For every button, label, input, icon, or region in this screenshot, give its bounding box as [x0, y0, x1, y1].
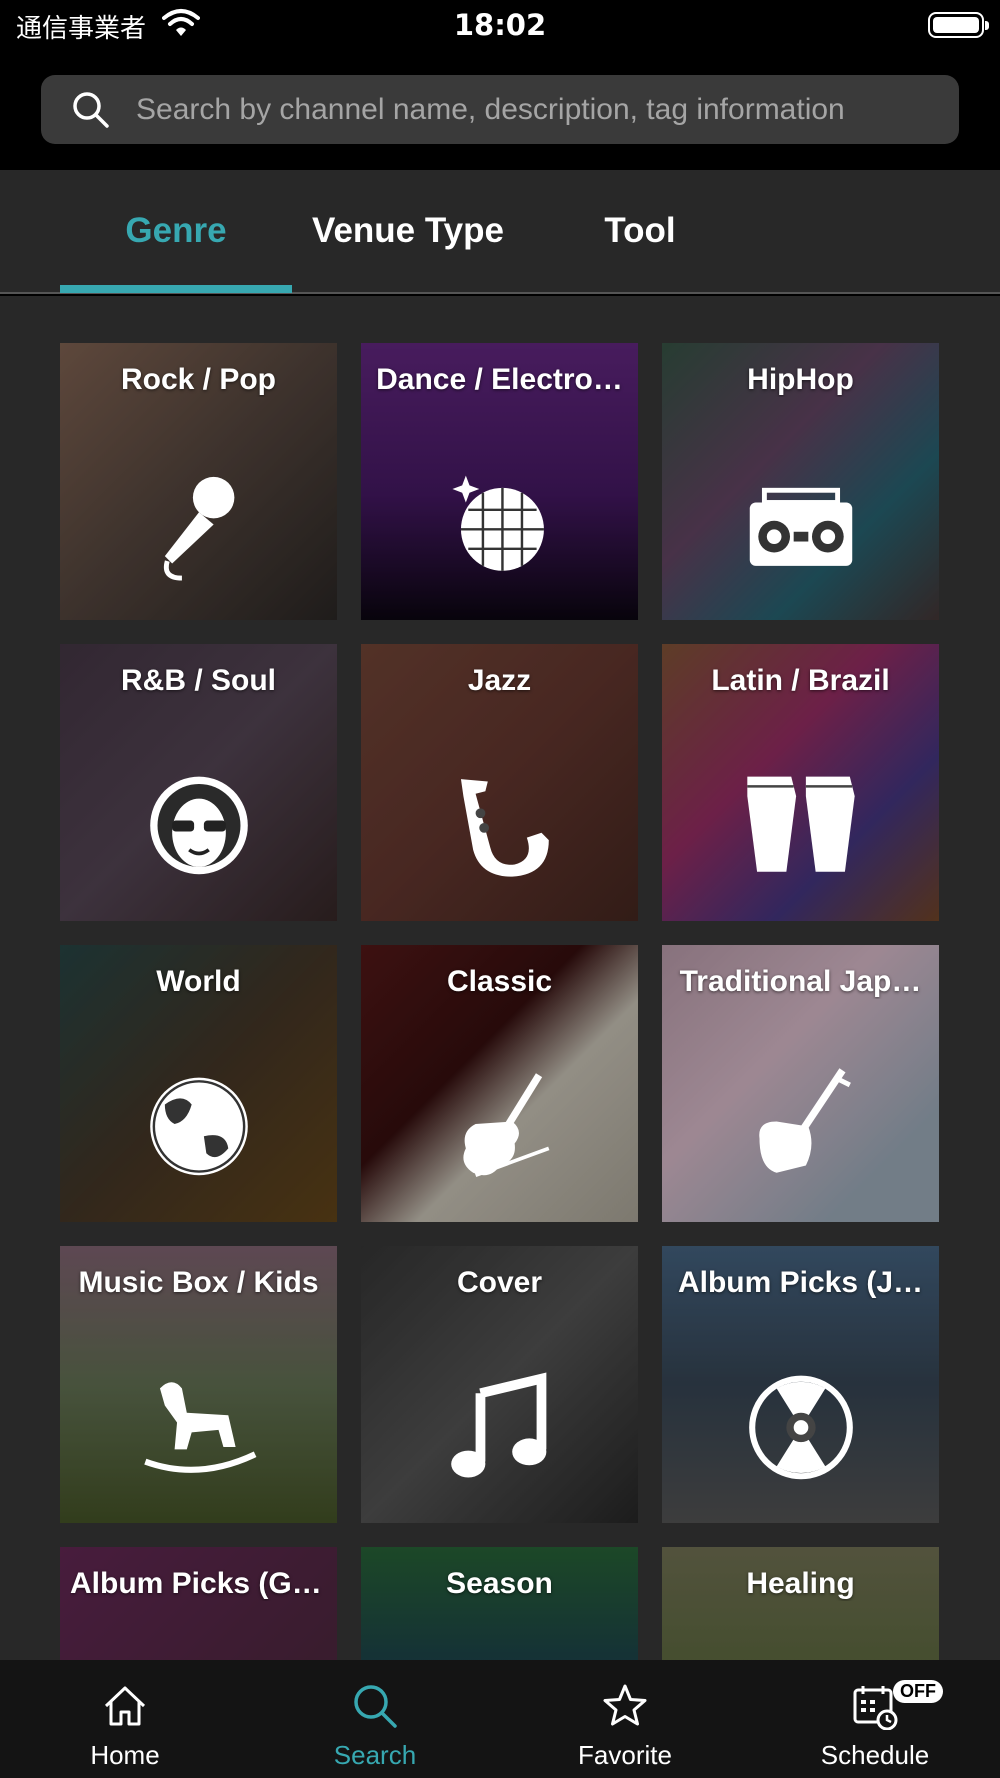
cd-disc-icon — [749, 1375, 853, 1480]
genre-tile-album-picks-global[interactable]: Album Picks (Gl… — [60, 1547, 337, 1660]
boombox-icon — [749, 487, 853, 566]
genre-label: Music Box / Kids — [78, 1266, 319, 1299]
nav-favorite-label: Favorite — [578, 1740, 672, 1770]
nav-home-label: Home — [90, 1740, 160, 1770]
star-icon — [603, 1684, 647, 1726]
genre-label: Traditional Jap… — [679, 965, 922, 998]
genre-tile-latin-brazil[interactable]: Latin / Brazil — [662, 644, 939, 921]
search-icon — [354, 1685, 397, 1728]
nav-schedule-label: Schedule — [820, 1740, 930, 1770]
genre-label: HipHop — [747, 363, 854, 396]
genre-label: Album Picks (Gl… — [70, 1567, 327, 1600]
tab-tool[interactable]: Tool — [540, 170, 740, 294]
genre-tile-rock-pop[interactable]: Rock / Pop — [60, 343, 337, 620]
nav-search-label: Search — [333, 1740, 417, 1770]
nav-schedule[interactable]: OFF Schedule — [750, 1660, 1000, 1778]
bottom-nav: Home Search Favorite OFF Schedule — [0, 1660, 1000, 1778]
genre-label: Dance / Electro… — [376, 363, 623, 396]
genre-tile-rnb-soul[interactable]: R&B / Soul — [60, 644, 337, 921]
genre-label: Cover — [456, 1266, 543, 1299]
genre-tile-healing[interactable]: Healing — [662, 1547, 939, 1660]
genre-tile-album-picks-japan[interactable]: Album Picks (J… — [662, 1246, 939, 1523]
genre-tile-classic[interactable]: Classic — [361, 945, 638, 1222]
saxophone-icon — [460, 779, 549, 877]
nav-search[interactable]: Search — [250, 1660, 500, 1778]
genre-tile-dance-electro[interactable]: Dance / Electro… — [361, 343, 638, 620]
nav-favorite[interactable]: Favorite — [500, 1660, 750, 1778]
home-icon — [104, 1686, 146, 1726]
genre-label: Latin / Brazil — [711, 664, 890, 697]
active-tab-indicator — [60, 285, 292, 293]
genre-tile-jazz[interactable]: Jazz — [361, 644, 638, 921]
genre-label: Classic — [446, 965, 553, 998]
rocking-horse-icon — [144, 1382, 257, 1473]
search-box[interactable] — [41, 75, 959, 144]
tab-genre[interactable]: Genre — [60, 170, 292, 294]
search-icon — [73, 92, 109, 128]
genre-tile-hiphop[interactable]: HipHop — [662, 343, 939, 620]
genre-tile-season[interactable]: Season — [361, 1547, 638, 1660]
genre-grid: Rock / Pop Dance / Electro… HipHop R&B /… — [0, 296, 1000, 1660]
afro-sunglasses-icon — [150, 776, 248, 875]
category-tabs: Genre Venue Type Tool — [0, 170, 1000, 294]
genre-label: Rock / Pop — [120, 363, 277, 396]
search-input[interactable] — [136, 75, 936, 144]
nav-home[interactable]: Home — [0, 1660, 250, 1778]
microphone-icon — [163, 476, 235, 581]
conga-drums-icon — [747, 776, 855, 872]
genre-label: Season — [446, 1567, 553, 1600]
genre-tile-music-box-kids[interactable]: Music Box / Kids — [60, 1246, 337, 1523]
schedule-off-badge: OFF — [893, 1680, 943, 1703]
battery-icon — [928, 12, 989, 38]
genre-label: Jazz — [467, 664, 532, 697]
disco-ball-icon — [452, 475, 544, 571]
calendar-clock-icon — [853, 1686, 898, 1730]
genre-tile-cover[interactable]: Cover — [361, 1246, 638, 1523]
genre-tile-traditional-japanese[interactable]: Traditional Jap… — [662, 945, 939, 1222]
tab-venue-type[interactable]: Venue Type — [292, 170, 524, 294]
search-header — [0, 54, 1000, 170]
genre-label: R&B / Soul — [121, 664, 276, 697]
genre-label: Album Picks (J… — [677, 1266, 924, 1299]
globe-icon — [150, 1077, 248, 1176]
status-time: 18:02 — [453, 8, 547, 42]
violin-icon — [463, 1073, 550, 1177]
genre-tile-world[interactable]: World — [60, 945, 337, 1222]
music-note-icon — [451, 1372, 547, 1478]
status-bar: 通信事業者 18:02 — [0, 0, 1000, 54]
shamisen-icon — [759, 1068, 851, 1173]
genre-label: World — [156, 965, 241, 998]
genre-label: Healing — [746, 1567, 855, 1600]
